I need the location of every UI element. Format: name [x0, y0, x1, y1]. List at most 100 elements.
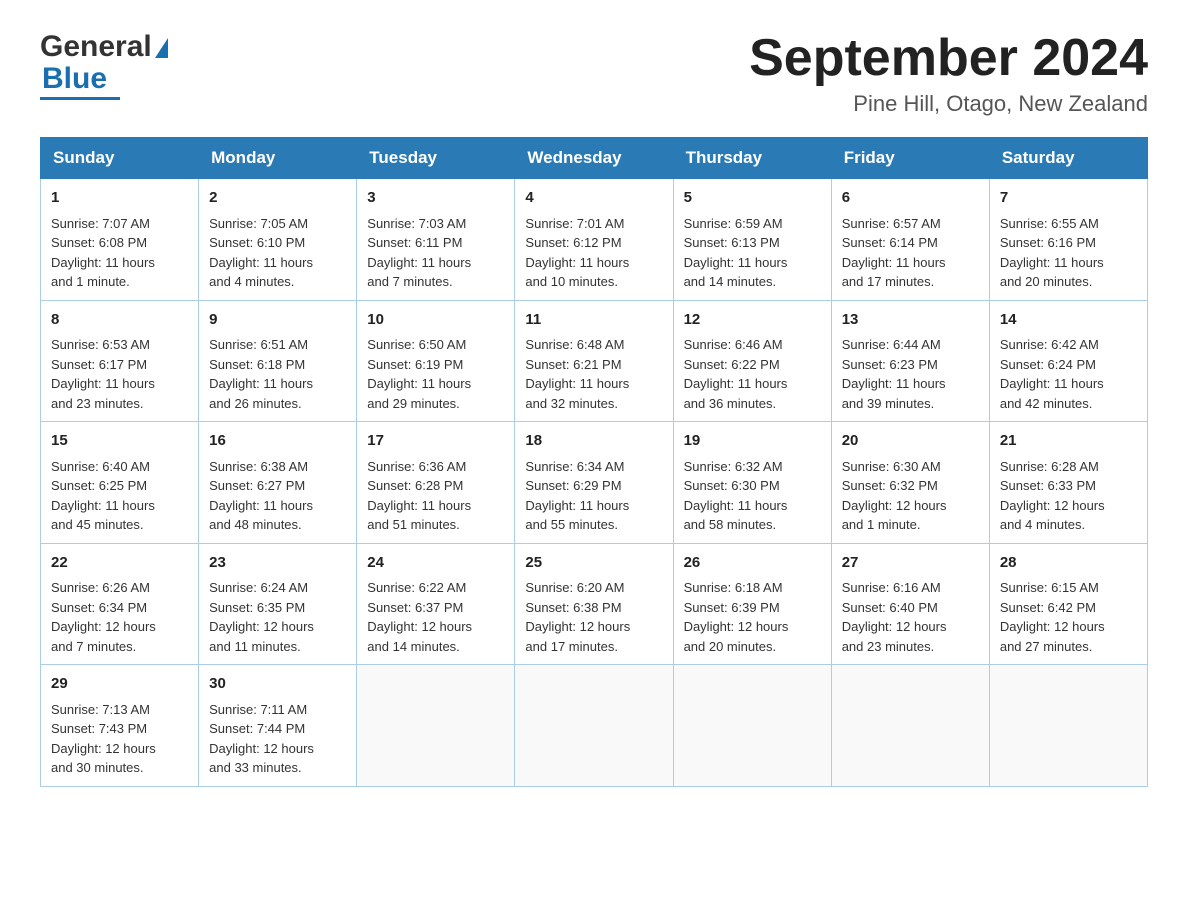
day-info-line-4: and 55 minutes.	[525, 515, 662, 535]
day-info-line-1: Sunrise: 6:36 AM	[367, 457, 504, 477]
empty-cell	[673, 665, 831, 787]
day-header-tuesday: Tuesday	[357, 138, 515, 179]
day-info-line-2: Sunset: 6:39 PM	[684, 598, 821, 618]
day-info-line-1: Sunrise: 6:32 AM	[684, 457, 821, 477]
day-info-line-1: Sunrise: 7:13 AM	[51, 700, 188, 720]
day-info-line-3: Daylight: 11 hours	[367, 496, 504, 516]
day-info-line-3: Daylight: 12 hours	[1000, 617, 1137, 637]
day-number: 10	[367, 309, 504, 332]
day-info-line-1: Sunrise: 6:15 AM	[1000, 578, 1137, 598]
day-info-line-3: Daylight: 12 hours	[684, 617, 821, 637]
day-number: 8	[51, 309, 188, 332]
day-header-monday: Monday	[199, 138, 357, 179]
logo: General Blue	[40, 30, 168, 100]
empty-cell	[831, 665, 989, 787]
day-cell-17: 17Sunrise: 6:36 AMSunset: 6:28 PMDayligh…	[357, 422, 515, 544]
day-info-line-2: Sunset: 6:34 PM	[51, 598, 188, 618]
day-info-line-2: Sunset: 6:32 PM	[842, 476, 979, 496]
day-info-line-2: Sunset: 6:12 PM	[525, 233, 662, 253]
day-number: 29	[51, 673, 188, 696]
day-info-line-2: Sunset: 6:14 PM	[842, 233, 979, 253]
day-info-line-4: and 39 minutes.	[842, 394, 979, 414]
day-cell-9: 9Sunrise: 6:51 AMSunset: 6:18 PMDaylight…	[199, 300, 357, 422]
day-info-line-1: Sunrise: 6:28 AM	[1000, 457, 1137, 477]
day-info-line-2: Sunset: 6:23 PM	[842, 355, 979, 375]
day-info-line-1: Sunrise: 6:30 AM	[842, 457, 979, 477]
day-info-line-2: Sunset: 6:16 PM	[1000, 233, 1137, 253]
day-info-line-1: Sunrise: 6:57 AM	[842, 214, 979, 234]
logo-underline	[40, 97, 120, 100]
day-info-line-1: Sunrise: 6:44 AM	[842, 335, 979, 355]
day-info-line-2: Sunset: 6:25 PM	[51, 476, 188, 496]
day-info-line-4: and 23 minutes.	[51, 394, 188, 414]
day-info-line-1: Sunrise: 6:38 AM	[209, 457, 346, 477]
day-number: 24	[367, 552, 504, 575]
day-info-line-4: and 26 minutes.	[209, 394, 346, 414]
day-info-line-4: and 32 minutes.	[525, 394, 662, 414]
day-info-line-3: Daylight: 12 hours	[842, 496, 979, 516]
day-cell-1: 1Sunrise: 7:07 AMSunset: 6:08 PMDaylight…	[41, 179, 199, 301]
day-info-line-1: Sunrise: 7:03 AM	[367, 214, 504, 234]
day-info-line-3: Daylight: 12 hours	[367, 617, 504, 637]
day-number: 13	[842, 309, 979, 332]
day-info-line-4: and 4 minutes.	[209, 272, 346, 292]
day-number: 18	[525, 430, 662, 453]
day-info-line-1: Sunrise: 7:07 AM	[51, 214, 188, 234]
day-cell-12: 12Sunrise: 6:46 AMSunset: 6:22 PMDayligh…	[673, 300, 831, 422]
day-number: 19	[684, 430, 821, 453]
day-header-thursday: Thursday	[673, 138, 831, 179]
day-number: 16	[209, 430, 346, 453]
day-cell-4: 4Sunrise: 7:01 AMSunset: 6:12 PMDaylight…	[515, 179, 673, 301]
day-info-line-4: and 20 minutes.	[684, 637, 821, 657]
day-number: 23	[209, 552, 346, 575]
day-cell-19: 19Sunrise: 6:32 AMSunset: 6:30 PMDayligh…	[673, 422, 831, 544]
logo-blue-text: Blue	[42, 62, 107, 96]
day-cell-8: 8Sunrise: 6:53 AMSunset: 6:17 PMDaylight…	[41, 300, 199, 422]
day-info-line-3: Daylight: 11 hours	[1000, 374, 1137, 394]
day-info-line-4: and 4 minutes.	[1000, 515, 1137, 535]
day-info-line-1: Sunrise: 7:11 AM	[209, 700, 346, 720]
day-info-line-3: Daylight: 11 hours	[367, 253, 504, 273]
day-info-line-2: Sunset: 6:28 PM	[367, 476, 504, 496]
page-header: General Blue September 2024 Pine Hill, O…	[40, 30, 1148, 117]
day-info-line-4: and 27 minutes.	[1000, 637, 1137, 657]
day-info-line-1: Sunrise: 7:01 AM	[525, 214, 662, 234]
day-info-line-2: Sunset: 6:19 PM	[367, 355, 504, 375]
day-info-line-2: Sunset: 7:43 PM	[51, 719, 188, 739]
day-info-line-2: Sunset: 6:35 PM	[209, 598, 346, 618]
day-cell-25: 25Sunrise: 6:20 AMSunset: 6:38 PMDayligh…	[515, 543, 673, 665]
day-info-line-2: Sunset: 6:17 PM	[51, 355, 188, 375]
day-number: 20	[842, 430, 979, 453]
day-info-line-4: and 1 minute.	[51, 272, 188, 292]
day-info-line-3: Daylight: 12 hours	[842, 617, 979, 637]
day-cell-28: 28Sunrise: 6:15 AMSunset: 6:42 PMDayligh…	[989, 543, 1147, 665]
day-info-line-3: Daylight: 11 hours	[842, 253, 979, 273]
day-info-line-3: Daylight: 11 hours	[209, 374, 346, 394]
day-info-line-4: and 14 minutes.	[367, 637, 504, 657]
day-number: 28	[1000, 552, 1137, 575]
day-header-saturday: Saturday	[989, 138, 1147, 179]
day-info-line-1: Sunrise: 6:46 AM	[684, 335, 821, 355]
day-cell-2: 2Sunrise: 7:05 AMSunset: 6:10 PMDaylight…	[199, 179, 357, 301]
day-info-line-4: and 45 minutes.	[51, 515, 188, 535]
day-number: 6	[842, 187, 979, 210]
day-info-line-4: and 58 minutes.	[684, 515, 821, 535]
empty-cell	[989, 665, 1147, 787]
day-info-line-4: and 14 minutes.	[684, 272, 821, 292]
day-cell-16: 16Sunrise: 6:38 AMSunset: 6:27 PMDayligh…	[199, 422, 357, 544]
day-info-line-3: Daylight: 12 hours	[525, 617, 662, 637]
month-year-title: September 2024	[749, 30, 1148, 87]
day-info-line-2: Sunset: 6:24 PM	[1000, 355, 1137, 375]
day-cell-10: 10 Sunrise: 6:50 AMSunset: 6:19 PMDayligh…	[357, 300, 515, 422]
day-info-line-1: Sunrise: 6:53 AM	[51, 335, 188, 355]
day-info-line-4: and 1 minute.	[842, 515, 979, 535]
day-info-line-1: Sunrise: 6:50 AM	[367, 335, 504, 355]
day-info-line-3: Daylight: 12 hours	[51, 739, 188, 759]
day-info-line-3: Daylight: 11 hours	[367, 374, 504, 394]
day-info-line-4: and 33 minutes.	[209, 758, 346, 778]
day-info-line-2: Sunset: 6:30 PM	[684, 476, 821, 496]
day-number: 2	[209, 187, 346, 210]
day-number: 21	[1000, 430, 1137, 453]
day-number: 30	[209, 673, 346, 696]
day-cell-6: 6 Sunrise: 6:57 AMSunset: 6:14 PMDaylight…	[831, 179, 989, 301]
